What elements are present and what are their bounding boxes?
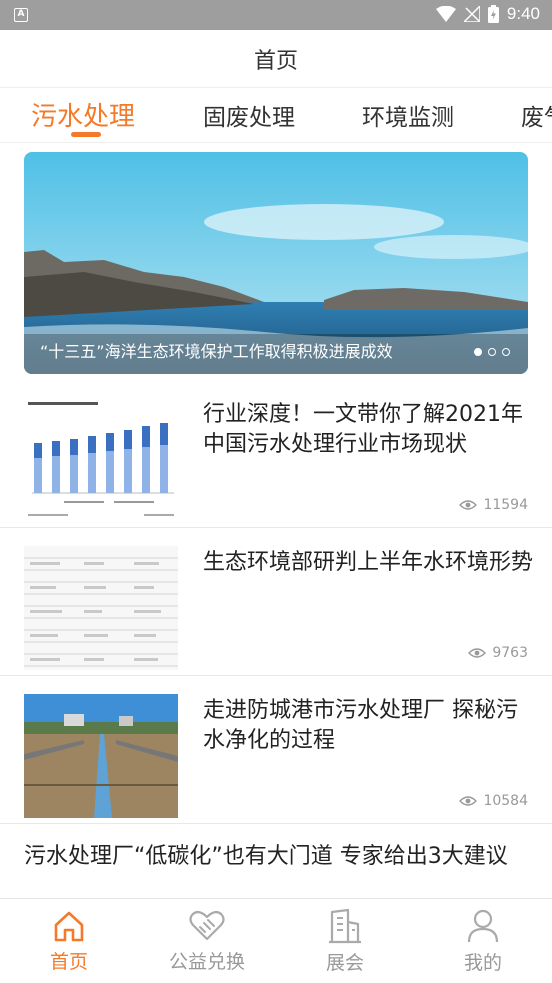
carousel-dot-active: [474, 348, 482, 356]
status-icons: 9:40: [435, 4, 540, 24]
document-table-thumbnail: [24, 546, 178, 670]
nav-exhibition-label: 展会: [325, 951, 364, 974]
tab-waste-gas[interactable]: 废气: [521, 98, 552, 132]
eye-icon: [468, 648, 487, 658]
wifi-icon: [435, 6, 456, 22]
banner-carousel[interactable]: “十三五”海洋生态环境保护工作取得积极进展成效: [24, 152, 528, 374]
view-count-value: 11594: [483, 497, 528, 513]
nav-profile-label: 我的: [463, 951, 502, 974]
carousel-dot: [502, 348, 510, 356]
treatment-plant-photo: [24, 694, 178, 818]
app-notification-icon: A: [14, 8, 28, 22]
nav-exhibition[interactable]: 展会: [276, 899, 414, 983]
carousel-indicator: [474, 348, 510, 356]
article-thumbnail: [24, 694, 178, 818]
category-tabs: 污水处理 固废处理 环境监测 废气: [0, 88, 552, 143]
person-icon: [467, 909, 499, 942]
banner-caption: “十三五”海洋生态环境保护工作取得积极进展成效: [40, 342, 393, 361]
view-count: 11594: [459, 497, 528, 513]
building-icon: [329, 908, 361, 943]
tab-environment-monitoring[interactable]: 环境监测: [362, 98, 454, 132]
page-title-bar: 首页: [0, 30, 552, 88]
page-title: 首页: [253, 48, 298, 74]
article-title: 污水处理厂“低碳化”也有大门道 专家给出3大建议: [24, 844, 508, 869]
heart-hands-icon: [189, 910, 225, 940]
tab-solid-waste[interactable]: 固废处理: [203, 98, 295, 132]
article-thumbnail: [24, 398, 178, 522]
carousel-dot: [488, 348, 496, 356]
article-title: 行业深度！一文带你了解2021年中国污水处理行业市场现状: [203, 402, 523, 457]
view-count: 9763: [468, 645, 528, 661]
status-time: 9:40: [506, 4, 540, 23]
list-item[interactable]: 污水处理厂“低碳化”也有大门道 专家给出3大建议: [0, 824, 552, 900]
article-title: 走进防城港市污水处理厂 探秘污水净化的过程: [203, 698, 518, 753]
view-count-value: 10584: [483, 793, 528, 809]
home-icon: [54, 911, 84, 941]
nav-home[interactable]: 首页: [0, 899, 138, 983]
article-title: 生态环境部研判上半年水环境形势: [203, 550, 533, 575]
list-item[interactable]: 走进防城港市污水处理厂 探秘污水净化的过程 10584: [0, 676, 552, 824]
active-tab-indicator: [71, 132, 101, 137]
nav-profile[interactable]: 我的: [414, 899, 552, 983]
eye-icon: [459, 796, 478, 806]
view-count: 10584: [459, 793, 528, 809]
nav-home-label: 首页: [49, 950, 88, 973]
tab-wastewater[interactable]: 污水处理: [31, 96, 135, 133]
no-signal-icon: [463, 6, 480, 22]
view-count-value: 9763: [492, 645, 528, 661]
nav-charity-exchange[interactable]: 公益兑换: [138, 899, 276, 983]
eye-icon: [459, 500, 478, 510]
article-thumbnail: [24, 546, 178, 670]
battery-icon: [487, 5, 499, 23]
nav-charity-label: 公益兑换: [168, 950, 245, 973]
list-item[interactable]: 行业深度！一文带你了解2021年中国污水处理行业市场现状 11594: [0, 380, 552, 528]
bar-chart-thumbnail: [24, 398, 178, 522]
status-bar: A 9:40: [0, 0, 552, 30]
bottom-navigation: 首页 公益兑换 展会 我的: [0, 898, 552, 983]
list-item[interactable]: 生态环境部研判上半年水环境形势 9763: [0, 528, 552, 676]
article-list: 行业深度！一文带你了解2021年中国污水处理行业市场现状 11594 生态环境部…: [0, 380, 552, 824]
